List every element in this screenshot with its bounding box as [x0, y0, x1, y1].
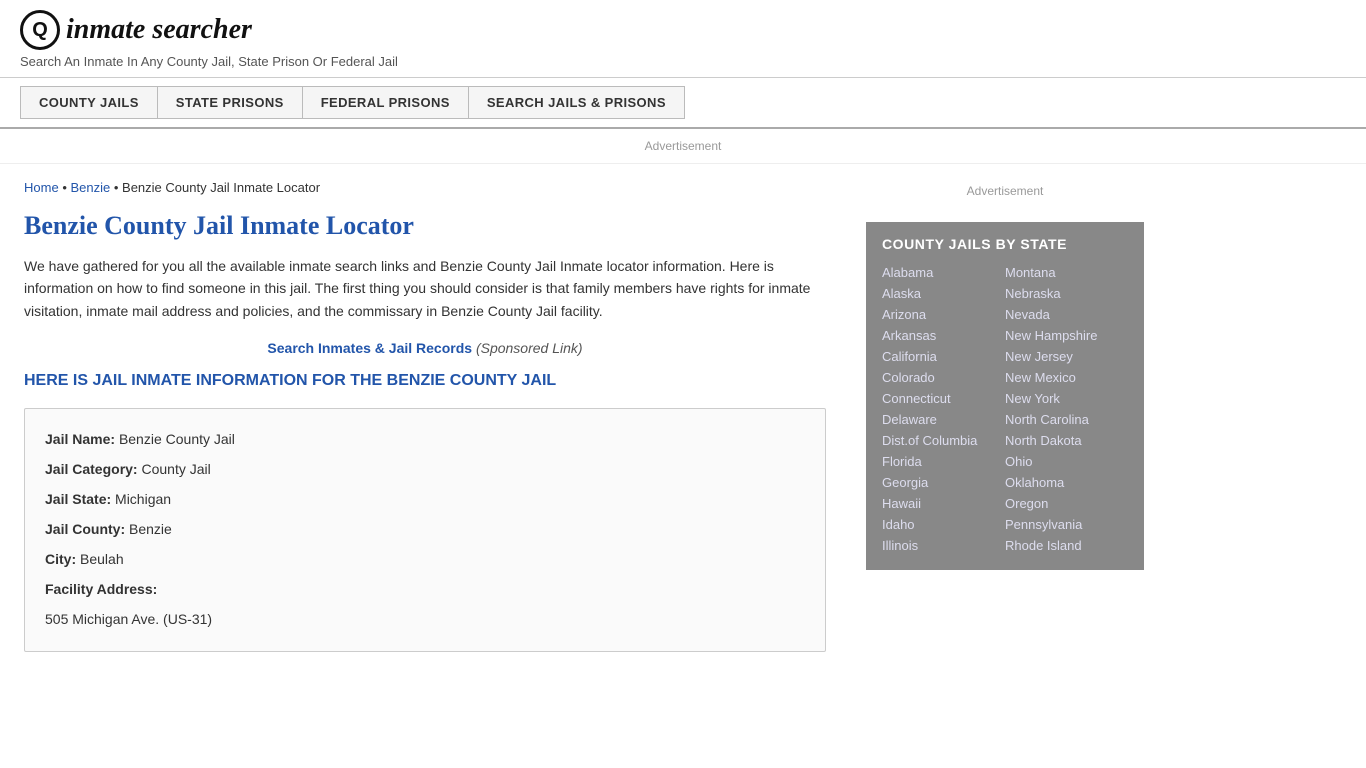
facility-address-label: Facility Address: — [45, 581, 157, 597]
sponsored-label-text: (Sponsored Link) — [476, 340, 583, 356]
state-link[interactable]: New York — [1005, 388, 1128, 409]
sidebar: Advertisement COUNTY JAILS BY STATE Alab… — [850, 164, 1160, 668]
jail-state-val: Michigan — [115, 491, 171, 507]
state-link[interactable]: California — [882, 346, 1005, 367]
jail-category-label: Jail Category: — [45, 461, 138, 477]
state-link[interactable]: Alaska — [882, 283, 1005, 304]
jail-name-val: Benzie County Jail — [119, 431, 235, 447]
state-link[interactable]: Idaho — [882, 514, 1005, 535]
state-link[interactable]: Colorado — [882, 367, 1005, 388]
sidebar-ad: Advertisement — [866, 176, 1144, 206]
city-label: City: — [45, 551, 76, 567]
state-link[interactable]: Florida — [882, 451, 1005, 472]
info-box: Jail Name: Benzie County Jail Jail Categ… — [24, 408, 826, 652]
state-link[interactable]: New Jersey — [1005, 346, 1128, 367]
nav-bar: COUNTY JAILS STATE PRISONS FEDERAL PRISO… — [0, 78, 1366, 129]
nav-state-prisons[interactable]: STATE PRISONS — [157, 86, 302, 119]
breadcrumb-parent[interactable]: Benzie — [70, 180, 110, 195]
state-link[interactable]: Arkansas — [882, 325, 1005, 346]
jail-county-row: Jail County: Benzie — [45, 515, 805, 543]
nav-county-jails[interactable]: COUNTY JAILS — [20, 86, 157, 119]
state-box-title: COUNTY JAILS BY STATE — [882, 236, 1128, 252]
state-link[interactable]: Arizona — [882, 304, 1005, 325]
nav-federal-prisons[interactable]: FEDERAL PRISONS — [302, 86, 468, 119]
header: Q inmate searcher Search An Inmate In An… — [0, 0, 1366, 78]
facility-address-value: 505 Michigan Ave. (US-31) — [45, 611, 212, 627]
tagline: Search An Inmate In Any County Jail, Sta… — [20, 54, 1346, 69]
state-link[interactable]: North Dakota — [1005, 430, 1128, 451]
state-link[interactable]: Ohio — [1005, 451, 1128, 472]
breadcrumb-home[interactable]: Home — [24, 180, 59, 195]
state-link[interactable]: Dist.of Columbia — [882, 430, 1005, 451]
jail-state-row: Jail State: Michigan — [45, 485, 805, 513]
state-col-2: MontanaNebraskaNevadaNew HampshireNew Je… — [1005, 262, 1128, 556]
state-link[interactable]: Connecticut — [882, 388, 1005, 409]
logo-text-italic: inmate searcher — [66, 14, 252, 45]
logo-area: Q inmate searcher — [20, 10, 1346, 50]
breadcrumb: Home • Benzie • Benzie County Jail Inmat… — [24, 180, 826, 195]
section-heading: HERE IS JAIL INMATE INFORMATION FOR THE … — [24, 372, 826, 390]
state-link[interactable]: Georgia — [882, 472, 1005, 493]
nav-search-jails[interactable]: SEARCH JAILS & PRISONS — [468, 86, 685, 119]
breadcrumb-current: Benzie County Jail Inmate Locator — [122, 180, 320, 195]
state-grid: AlabamaAlaskaArizonaArkansasCaliforniaCo… — [882, 262, 1128, 556]
state-link[interactable]: Nevada — [1005, 304, 1128, 325]
state-link[interactable]: Oregon — [1005, 493, 1128, 514]
state-link[interactable]: Illinois — [882, 535, 1005, 556]
main-content: Home • Benzie • Benzie County Jail Inmat… — [0, 164, 850, 668]
facility-address-value-row: 505 Michigan Ave. (US-31) — [45, 605, 805, 633]
state-col-1: AlabamaAlaskaArizonaArkansasCaliforniaCo… — [882, 262, 1005, 556]
search-icon: Q — [20, 10, 60, 50]
state-link[interactable]: New Mexico — [1005, 367, 1128, 388]
city-row: City: Beulah — [45, 545, 805, 573]
sponsored-link-section: Search Inmates & Jail Records (Sponsored… — [24, 340, 826, 356]
body-text: We have gathered for you all the availab… — [24, 255, 826, 322]
state-link[interactable]: Alabama — [882, 262, 1005, 283]
breadcrumb-sep2: • — [114, 180, 122, 195]
jail-cat-val: County Jail — [141, 461, 210, 477]
city-val: Beulah — [80, 551, 124, 567]
jail-county-val: Benzie — [129, 521, 172, 537]
jail-category-row: Jail Category: County Jail — [45, 455, 805, 483]
logo-text: inmate searcher — [66, 14, 252, 46]
page-title: Benzie County Jail Inmate Locator — [24, 211, 826, 241]
jail-name-label: Jail Name: — [45, 431, 115, 447]
state-link[interactable]: Montana — [1005, 262, 1128, 283]
sponsored-link[interactable]: Search Inmates & Jail Records — [267, 340, 472, 356]
jail-state-label: Jail State: — [45, 491, 111, 507]
state-link[interactable]: New Hampshire — [1005, 325, 1128, 346]
state-link[interactable]: Nebraska — [1005, 283, 1128, 304]
state-link[interactable]: Oklahoma — [1005, 472, 1128, 493]
state-box: COUNTY JAILS BY STATE AlabamaAlaskaArizo… — [866, 222, 1144, 570]
facility-address-row: Facility Address: — [45, 575, 805, 603]
main-layout: Home • Benzie • Benzie County Jail Inmat… — [0, 164, 1366, 668]
state-link[interactable]: Pennsylvania — [1005, 514, 1128, 535]
jail-name-row: Jail Name: Benzie County Jail — [45, 425, 805, 453]
jail-county-label: Jail County: — [45, 521, 125, 537]
ad-top-banner: Advertisement — [0, 129, 1366, 164]
state-link[interactable]: North Carolina — [1005, 409, 1128, 430]
state-link[interactable]: Hawaii — [882, 493, 1005, 514]
state-link[interactable]: Delaware — [882, 409, 1005, 430]
state-link[interactable]: Rhode Island — [1005, 535, 1128, 556]
